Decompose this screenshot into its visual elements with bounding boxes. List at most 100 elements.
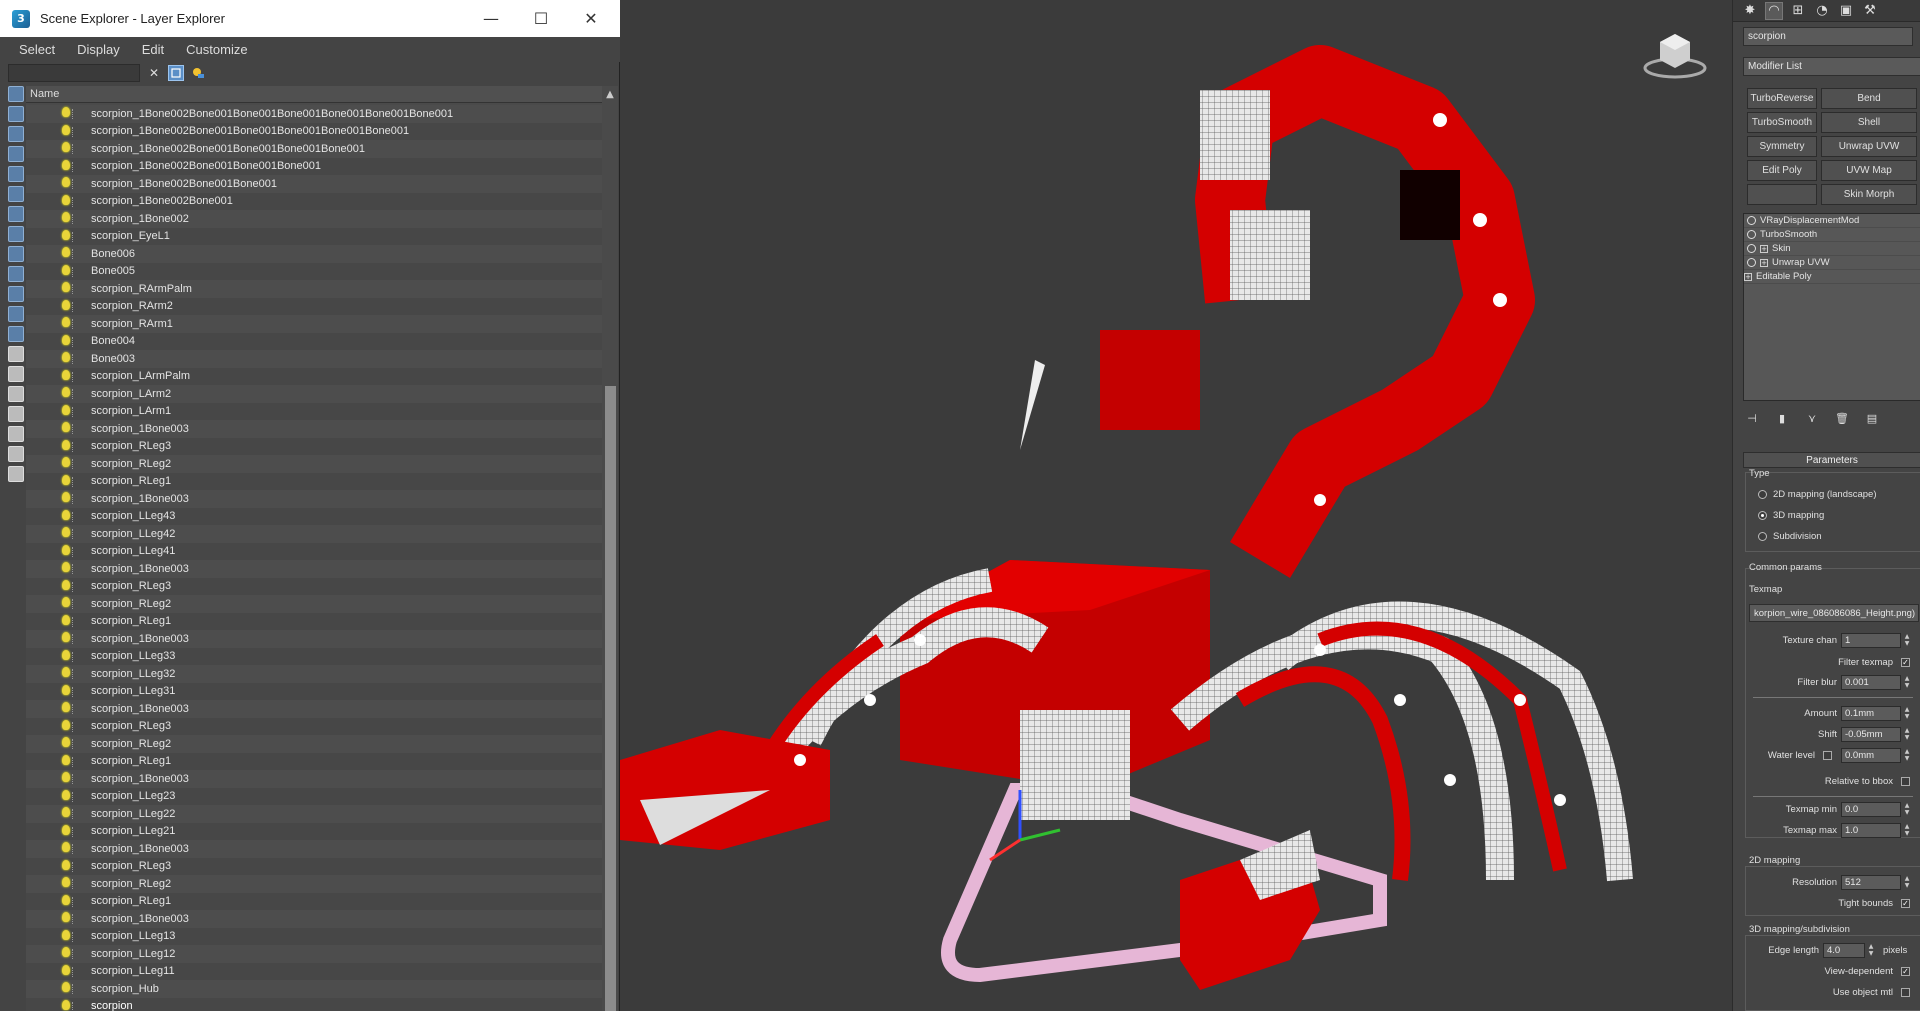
list-item[interactable]: scorpion_LLeg11 bbox=[26, 962, 602, 980]
display-tab-icon[interactable]: ▣ bbox=[1837, 2, 1855, 20]
display-groups-icon[interactable] bbox=[8, 226, 24, 242]
spinner-arrows-icon[interactable]: ▲ ▼ bbox=[1867, 943, 1875, 958]
list-item[interactable]: scorpion_1Bone003 bbox=[26, 840, 602, 858]
visibility-bulb-icon[interactable] bbox=[62, 579, 70, 590]
clear-search-icon[interactable]: ✕ bbox=[146, 65, 162, 81]
visibility-bulb-icon[interactable] bbox=[62, 877, 70, 887]
select-invert-icon[interactable] bbox=[8, 386, 24, 402]
list-item[interactable]: scorpion_LLeg43 bbox=[26, 507, 602, 525]
minimize-button[interactable]: — bbox=[468, 0, 514, 37]
display-cameras-icon[interactable] bbox=[8, 166, 24, 182]
modifier-button[interactable]: TurboReverse bbox=[1747, 88, 1817, 109]
modifier-button[interactable] bbox=[1747, 184, 1817, 205]
modifier-list-dropdown[interactable]: Modifier List bbox=[1743, 57, 1920, 76]
list-item[interactable]: scorpion_RLeg3 bbox=[26, 857, 602, 875]
stack-item[interactable]: + Editable Poly bbox=[1744, 270, 1920, 284]
resolution-spinner[interactable]: 512 bbox=[1841, 875, 1901, 890]
visibility-bulb-icon[interactable] bbox=[62, 142, 70, 152]
spinner-arrows-icon[interactable]: ▲ ▼ bbox=[1903, 748, 1911, 763]
viewcube-icon[interactable] bbox=[1640, 28, 1710, 80]
visibility-bulb-icon[interactable] bbox=[62, 352, 70, 362]
modifier-toggle-icon[interactable] bbox=[1747, 244, 1756, 253]
list-item[interactable]: scorpion_1Bone002Bone001Bone001Bone001Bo… bbox=[26, 122, 602, 140]
use-object-mtl-checkbox[interactable] bbox=[1901, 988, 1910, 997]
modifier-button[interactable]: TurboSmooth bbox=[1747, 112, 1817, 133]
visibility-bulb-icon[interactable] bbox=[62, 387, 70, 397]
visibility-bulb-icon[interactable] bbox=[62, 824, 70, 835]
modifier-toggle-icon[interactable] bbox=[1747, 230, 1756, 239]
spinner-arrows-icon[interactable]: ▲ ▼ bbox=[1903, 802, 1911, 817]
list-item[interactable]: scorpion_LLeg33 bbox=[26, 647, 602, 665]
amount-spinner[interactable]: 0.1mm bbox=[1841, 706, 1901, 721]
menu-select[interactable]: Select bbox=[8, 42, 66, 57]
visibility-bulb-icon[interactable] bbox=[62, 702, 70, 712]
spinner-arrows-icon[interactable]: ▲ ▼ bbox=[1903, 823, 1911, 838]
parameters-rollout-header[interactable]: Parameters bbox=[1743, 452, 1920, 468]
visibility-bulb-icon[interactable] bbox=[62, 597, 70, 607]
visibility-bulb-icon[interactable] bbox=[62, 754, 70, 765]
modifier-button[interactable]: Bend bbox=[1821, 88, 1917, 109]
utilities-tab-icon[interactable]: ⚒ bbox=[1861, 2, 1879, 20]
visibility-bulb-icon[interactable] bbox=[62, 912, 70, 922]
vertical-scrollbar[interactable]: ▲ bbox=[602, 86, 618, 1011]
visibility-bulb-icon[interactable] bbox=[62, 649, 70, 660]
visibility-bulb-icon[interactable] bbox=[62, 859, 70, 870]
list-item[interactable]: scorpion_1Bone003 bbox=[26, 560, 602, 578]
list-item[interactable]: scorpion_RLeg1 bbox=[26, 752, 602, 770]
list-item[interactable]: scorpion_LArm2 bbox=[26, 385, 602, 403]
visibility-bulb-icon[interactable] bbox=[62, 509, 70, 520]
visibility-bulb-icon[interactable] bbox=[62, 772, 70, 782]
list-item[interactable]: scorpion_1Bone003 bbox=[26, 910, 602, 928]
display-xrefs-icon[interactable] bbox=[8, 246, 24, 262]
modifier-button[interactable]: Skin Morph bbox=[1821, 184, 1917, 205]
modifier-button[interactable]: UVW Map bbox=[1821, 160, 1917, 181]
column-header-name[interactable]: Name bbox=[26, 86, 618, 103]
texmap-button[interactable]: korpion_wire_086086086_Height.png) bbox=[1749, 604, 1919, 622]
menu-display[interactable]: Display bbox=[66, 42, 131, 57]
menu-edit[interactable]: Edit bbox=[131, 42, 175, 57]
visibility-bulb-icon[interactable] bbox=[62, 492, 70, 502]
tight-bounds-checkbox[interactable]: ✓ bbox=[1901, 899, 1910, 908]
visibility-bulb-icon[interactable] bbox=[62, 667, 70, 677]
display-frozen-icon[interactable] bbox=[8, 306, 24, 322]
visibility-bulb-icon[interactable] bbox=[62, 842, 70, 852]
list-item[interactable]: scorpion_LLeg13 bbox=[26, 927, 602, 945]
hierarchy-tab-icon[interactable]: ⊞ bbox=[1789, 2, 1807, 20]
visibility-bulb-icon[interactable] bbox=[62, 369, 70, 380]
list-item[interactable]: scorpion_LLeg42 bbox=[26, 525, 602, 543]
spinner-arrows-icon[interactable]: ▲ ▼ bbox=[1903, 727, 1911, 742]
list-item[interactable]: scorpion_1Bone003 bbox=[26, 420, 602, 438]
texmap-min-spinner[interactable]: 0.0 bbox=[1841, 802, 1901, 817]
lock-cell-icon[interactable] bbox=[8, 446, 24, 462]
visibility-bulb-icon[interactable] bbox=[62, 282, 70, 292]
visibility-bulb-icon[interactable] bbox=[62, 737, 70, 747]
list-item[interactable]: scorpion_1Bone003 bbox=[26, 770, 602, 788]
motion-tab-icon[interactable]: ◔ bbox=[1813, 2, 1831, 20]
stack-item[interactable]: VRayDisplacementMod bbox=[1744, 214, 1920, 228]
modifier-button[interactable]: Unwrap UVW bbox=[1821, 136, 1917, 157]
list-item[interactable]: scorpion_RLeg3 bbox=[26, 437, 602, 455]
menu-customize[interactable]: Customize bbox=[175, 42, 258, 57]
visibility-bulb-icon[interactable] bbox=[62, 229, 70, 240]
list-item[interactable]: scorpion_1Bone002Bone001Bone001Bone001 bbox=[26, 157, 602, 175]
modifier-button[interactable]: Shell bbox=[1821, 112, 1917, 133]
visibility-bulb-icon[interactable] bbox=[62, 894, 70, 905]
list-item[interactable]: scorpion_1Bone002Bone001Bone001 bbox=[26, 175, 602, 193]
list-item[interactable]: scorpion_RLeg2 bbox=[26, 595, 602, 613]
list-item[interactable]: scorpion_RLeg2 bbox=[26, 875, 602, 893]
show-end-result-icon[interactable]: ▮ bbox=[1773, 410, 1791, 426]
display-lights-icon[interactable] bbox=[8, 146, 24, 162]
display-hidden-icon[interactable] bbox=[8, 326, 24, 342]
spinner-arrows-icon[interactable]: ▲ ▼ bbox=[1903, 675, 1911, 690]
display-spacewarps-icon[interactable] bbox=[8, 206, 24, 222]
visibility-bulb-icon[interactable] bbox=[62, 964, 70, 975]
visibility-bulb-icon[interactable] bbox=[62, 159, 70, 170]
list-item[interactable]: scorpion_LLeg41 bbox=[26, 542, 602, 560]
relative-bbox-checkbox[interactable] bbox=[1901, 777, 1910, 786]
visibility-bulb-icon[interactable] bbox=[62, 299, 70, 310]
close-button[interactable]: ✕ bbox=[568, 0, 614, 37]
list-item[interactable]: Bone003 bbox=[26, 350, 602, 368]
list-item[interactable]: scorpion_RLeg3 bbox=[26, 717, 602, 735]
list-item[interactable]: scorpion_LLeg31 bbox=[26, 682, 602, 700]
visibility-bulb-icon[interactable] bbox=[62, 194, 70, 205]
